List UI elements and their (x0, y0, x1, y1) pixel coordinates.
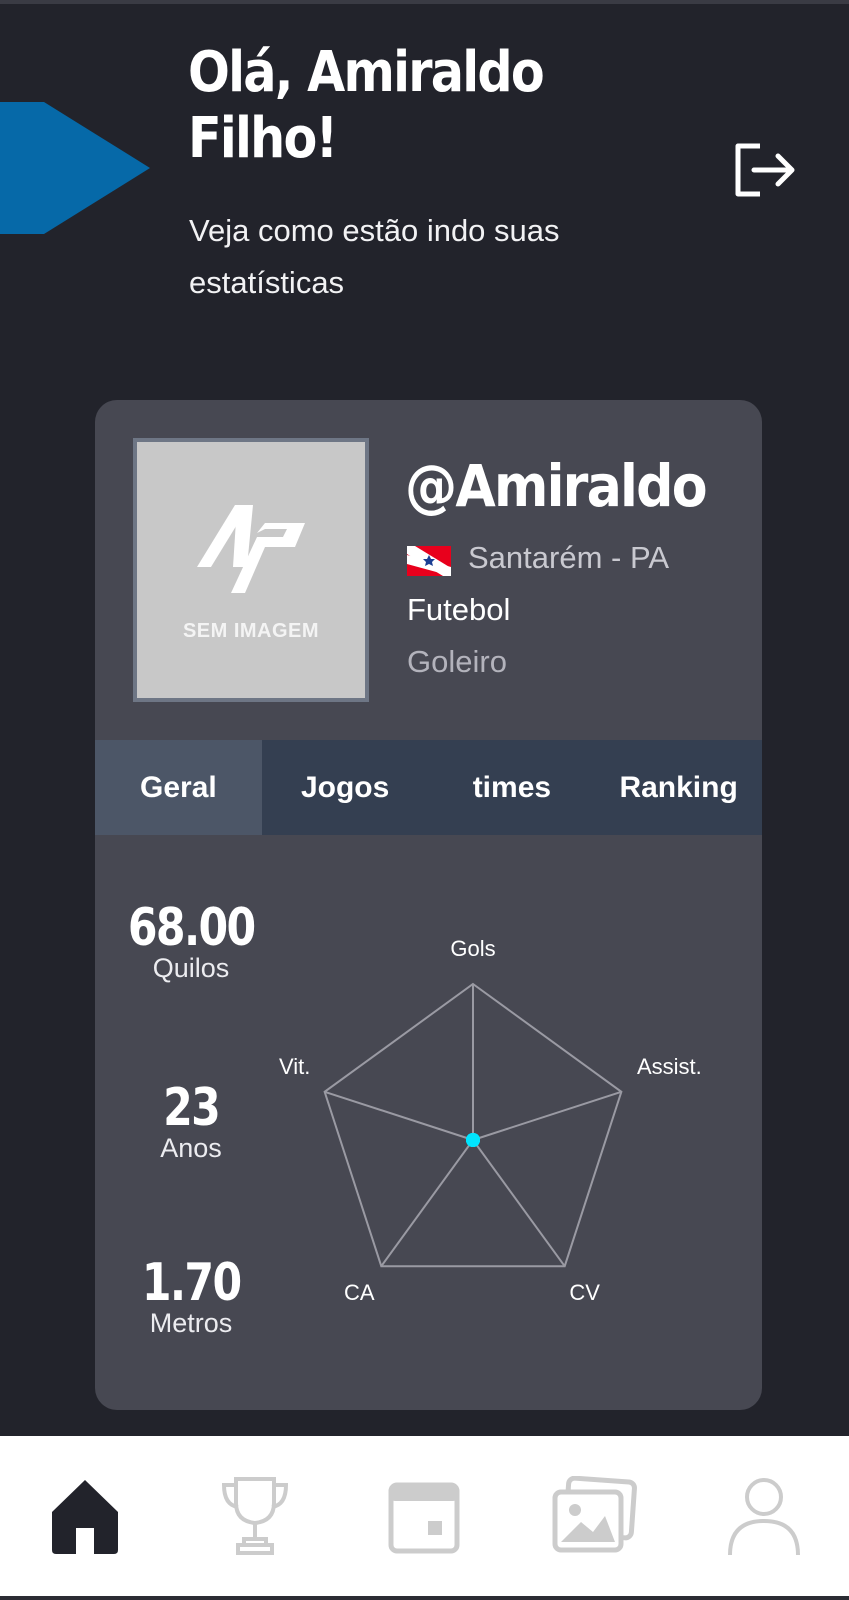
nav-gallery[interactable] (509, 1436, 679, 1596)
nav-home[interactable] (0, 1436, 170, 1596)
calendar-icon (388, 1482, 460, 1554)
logout-button[interactable] (734, 140, 798, 200)
radar-axis-label: CV (569, 1280, 600, 1305)
logout-icon (735, 143, 795, 197)
nav-profile[interactable] (679, 1436, 849, 1596)
radar-axis-line (472, 1090, 622, 1141)
radar-axis-label: Assist. (637, 1054, 702, 1079)
home-icon (51, 1480, 118, 1554)
greeting-line-2: Filho! (188, 106, 338, 171)
trophy-icon (221, 1477, 288, 1555)
radar-axis-line (324, 1090, 474, 1141)
radar-axis-label: Gols (450, 936, 495, 961)
profile-icon (728, 1478, 801, 1556)
bottom-nav (0, 1436, 849, 1596)
bottom-divider (0, 1596, 849, 1600)
radar-chart: Gols Assist. CV CA Vit. (279, 936, 702, 1305)
greeting-title: Olá, Amiraldo Filho! (188, 40, 646, 172)
radar-axis-line (380, 1139, 474, 1267)
greeting-line-1: Olá, Amiraldo (188, 40, 545, 105)
status-divider (0, 0, 849, 4)
nav-calendar[interactable] (340, 1436, 510, 1596)
radar-axis-label: Vit. (279, 1054, 310, 1079)
radar-axis-label: CA (344, 1280, 375, 1305)
accent-pointer-shape (0, 102, 150, 234)
nav-trophies[interactable] (170, 1436, 340, 1596)
radar-data-point (466, 1133, 480, 1147)
gallery-icon (552, 1476, 638, 1553)
profile-card: SEM IMAGEM @Amiraldo Santarém - PA Futeb… (95, 400, 762, 1410)
radar-axis-line (472, 1139, 566, 1267)
greeting-subtitle: Veja como estão indo suas estatísticas (189, 213, 560, 300)
